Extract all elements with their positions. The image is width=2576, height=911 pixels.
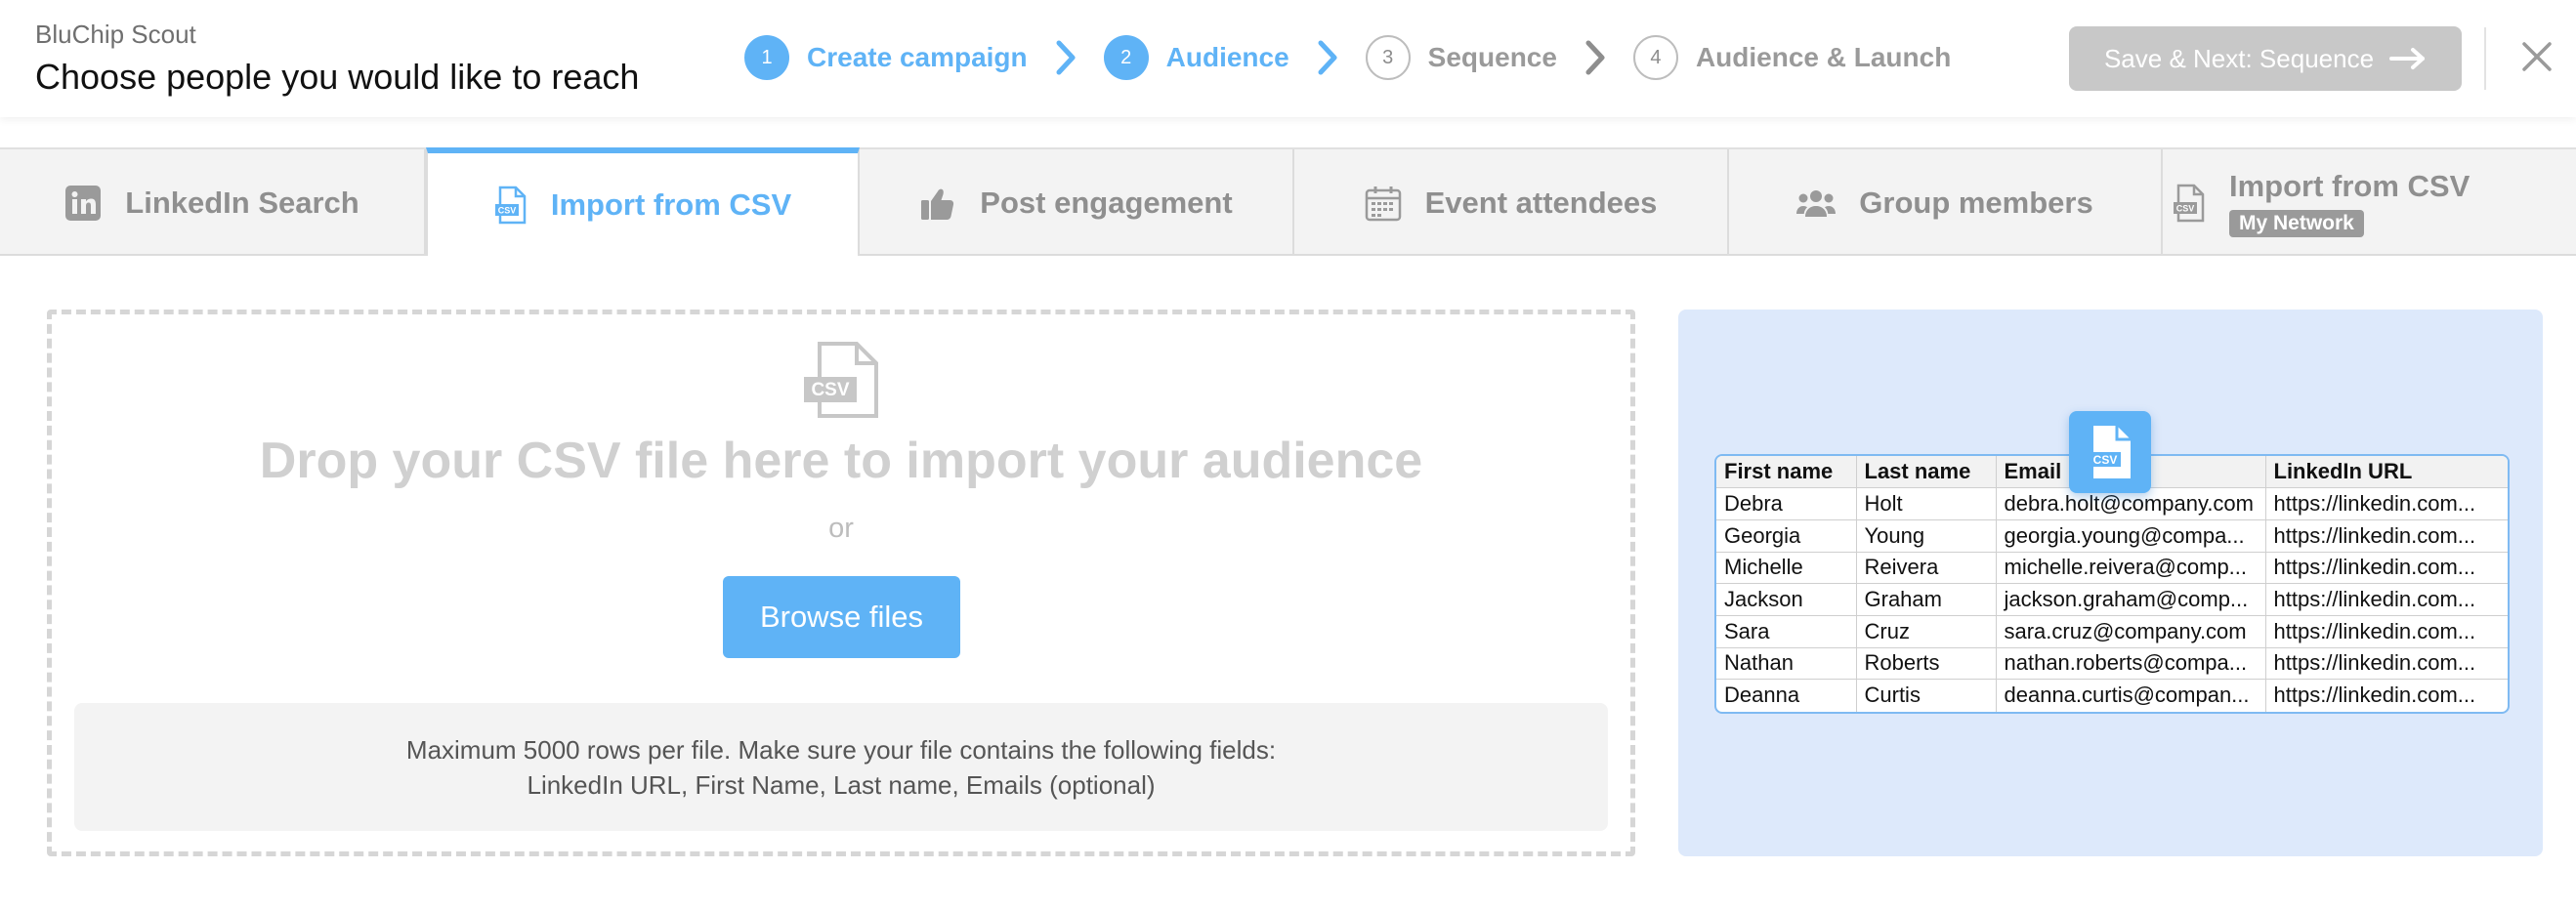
step-number: 4	[1632, 35, 1678, 80]
table-cell: Sara	[1716, 615, 1857, 648]
table-cell: Cruz	[1856, 615, 1997, 648]
column-header: Last name	[1856, 456, 1997, 489]
table-cell: sara.cruz@company.com	[1996, 615, 2266, 648]
requirements-line-2: LinkedIn URL, First Name, Last name, Ema…	[527, 769, 1156, 800]
step-sequence[interactable]: 3 Sequence	[1365, 35, 1557, 80]
tab-linkedin-search[interactable]: LinkedIn Search	[0, 149, 426, 256]
table-cell: Curtis	[1856, 679, 1997, 712]
app-name: BluChip Scout	[35, 20, 196, 49]
table-cell: nathan.roberts@compa...	[1996, 647, 2266, 681]
csv-format-preview: First name Last name Email LinkedIn URL …	[1678, 310, 2543, 856]
tab-import-csv[interactable]: CSV Import from CSV	[426, 147, 860, 256]
svg-text:CSV: CSV	[498, 205, 517, 215]
tab-label: Event attendees	[1424, 185, 1658, 220]
step-label: Audience & Launch	[1695, 42, 1952, 72]
tab-label: Post engagement	[980, 185, 1233, 220]
chevron-right-icon	[1053, 38, 1078, 77]
group-icon	[1796, 187, 1837, 219]
calendar-icon	[1365, 185, 1402, 222]
svg-text:CSV: CSV	[811, 380, 849, 400]
requirements-line-1: Maximum 5000 rows per file. Make sure yo…	[405, 734, 1277, 765]
tab-label: Import from CSV	[550, 186, 792, 222]
table-cell: Reivera	[1856, 552, 1997, 585]
requirements-info: Maximum 5000 rows per file. Make sure yo…	[74, 703, 1608, 831]
table-cell: Deanna	[1716, 679, 1857, 712]
step-audience[interactable]: 2 Audience	[1103, 35, 1289, 80]
chevron-right-icon	[1315, 38, 1340, 77]
column-header: LinkedIn URL	[2265, 456, 2508, 489]
table-cell: georgia.young@compa...	[1996, 519, 2266, 553]
table-cell: Young	[1856, 519, 1997, 553]
table-cell: https://linkedin.com...	[2273, 683, 2476, 708]
step-number: 2	[1103, 35, 1149, 80]
header-divider	[2484, 27, 2486, 90]
csv-dropzone[interactable]: CSV Drop your CSV file here to import yo…	[47, 310, 1635, 856]
step-audience-launch[interactable]: 4 Audience & Launch	[1632, 35, 1952, 80]
tab-event-attendees[interactable]: Event attendees	[1294, 149, 1729, 256]
step-number: 3	[1365, 35, 1411, 80]
table-cell: jackson.graham@comp...	[1996, 583, 2266, 616]
csv-file-icon: CSV	[2069, 411, 2151, 493]
table-cell: https://linkedin.com...	[2265, 647, 2508, 681]
svg-text:CSV: CSV	[2093, 453, 2118, 467]
step-label: Create campaign	[807, 42, 1028, 72]
table-row: Nathan Roberts nathan.roberts@compa... h…	[1716, 647, 2508, 681]
page-title: Choose people you would like to reach	[35, 57, 640, 97]
thumbs-up-icon	[919, 185, 956, 222]
csv-file-icon: CSV	[802, 340, 882, 425]
csv-file-icon: CSV	[494, 186, 528, 225]
table-cell: https://linkedin.com...	[2265, 487, 2508, 520]
close-icon[interactable]	[2517, 37, 2556, 76]
save-next-label: Save & Next: Sequence	[2103, 43, 2375, 73]
table-cell: michelle.reivera@comp...	[1996, 552, 2266, 585]
tab-label: Import from CSV	[2229, 168, 2470, 203]
arrow-right-icon	[2389, 47, 2427, 70]
step-create-campaign[interactable]: 1 Create campaign	[744, 35, 1028, 80]
chevron-right-icon	[1583, 38, 1608, 77]
linkedin-icon	[64, 185, 102, 222]
table-row: Jackson Graham jackson.graham@comp... ht…	[1716, 583, 2508, 616]
table-row: Sara Cruz sara.cruz@company.com https://…	[1716, 615, 2508, 648]
table-cell: Michelle	[1716, 552, 1857, 585]
table-cell: https://linkedin.com...	[2265, 615, 2508, 648]
table-row: Georgia Young georgia.young@compa... htt…	[1716, 519, 2508, 553]
source-tabs: LinkedIn Search CSV Import from CSV Post…	[0, 147, 2576, 256]
table-cell: deanna.curtis@compan...	[1996, 679, 2266, 712]
campaign-stepper: 1 Create campaign 2 Audience 3 Sequence …	[744, 33, 1951, 82]
browse-files-button[interactable]: Browse files	[723, 576, 960, 658]
table-cell: https://linkedin.com...	[2265, 552, 2508, 585]
dropzone-title: Drop your CSV file here to import your a…	[259, 433, 1423, 489]
tab-import-csv-network[interactable]: CSV Import from CSV My Network	[2163, 149, 2576, 256]
step-number: 1	[744, 35, 789, 80]
network-badge: My Network	[2229, 209, 2364, 237]
tab-label: Group members	[1859, 185, 2093, 220]
header-bar: BluChip Scout Choose people you would li…	[0, 0, 2576, 117]
csv-file-icon: CSV	[2173, 184, 2206, 223]
table-row: Michelle Reivera michelle.reivera@comp..…	[1716, 552, 2508, 585]
tab-post-engagement[interactable]: Post engagement	[860, 149, 1294, 256]
table-cell: Debra	[1716, 487, 1857, 520]
tab-label: LinkedIn Search	[125, 185, 359, 220]
svg-text:CSV: CSV	[2176, 203, 2195, 213]
table-cell: Holt	[1856, 487, 1997, 520]
table-cell: Georgia	[1716, 519, 1857, 553]
step-label: Audience	[1165, 42, 1289, 72]
tab-group-members[interactable]: Group members	[1729, 149, 2163, 256]
dropzone-or: or	[828, 513, 854, 544]
table-cell: https://linkedin.com...	[2265, 583, 2508, 616]
table-cell: Graham	[1856, 583, 1997, 616]
table-row: Deanna Curtis deanna.curtis@compan... ht…	[1716, 679, 2508, 712]
column-header: First name	[1716, 456, 1857, 489]
table-cell: Jackson	[1716, 583, 1857, 616]
step-label: Sequence	[1427, 42, 1557, 72]
table-cell: https://linkedin.com...	[2265, 519, 2508, 553]
table-cell: Roberts	[1856, 647, 1997, 681]
table-cell: Nathan	[1716, 647, 1857, 681]
save-next-button[interactable]: Save & Next: Sequence	[2069, 26, 2462, 91]
